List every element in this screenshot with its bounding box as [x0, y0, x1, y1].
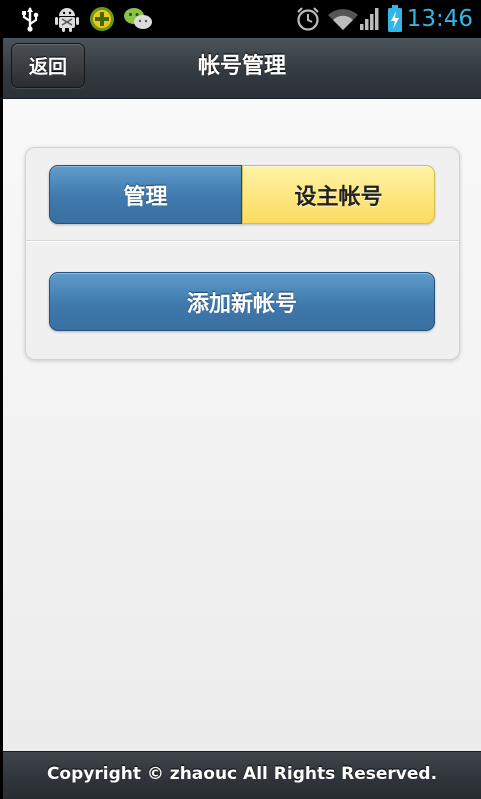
- status-bar: 13:46: [0, 0, 481, 38]
- back-button[interactable]: 返回: [11, 43, 85, 88]
- main-content: 管理 设主帐号 添加新帐号: [3, 99, 481, 751]
- usb-icon: [18, 5, 42, 33]
- add-account-button[interactable]: 添加新帐号: [49, 272, 435, 331]
- account-panel: 管理 设主帐号 添加新帐号: [25, 147, 460, 360]
- alarm-icon: [294, 5, 322, 33]
- wifi-icon: [327, 5, 359, 33]
- battery-charging-icon: [386, 5, 404, 33]
- manage-segment-button[interactable]: 管理: [49, 165, 242, 224]
- wechat-icon: [123, 5, 153, 33]
- app-screen: 13:46 返回 帐号管理 管理 设主帐号 添加新帐号 Copyright © …: [0, 0, 481, 799]
- clock: 13:46: [406, 6, 473, 32]
- header-bar: 返回 帐号管理: [3, 38, 481, 99]
- footer-copyright: Copyright © zhaouc All Rights Reserved.: [3, 751, 481, 799]
- game-app-icon: [89, 5, 115, 33]
- android-debug-icon: [53, 5, 81, 33]
- panel-divider: [26, 240, 459, 242]
- set-primary-account-segment-button[interactable]: 设主帐号: [242, 165, 435, 224]
- signal-icon: [359, 5, 381, 33]
